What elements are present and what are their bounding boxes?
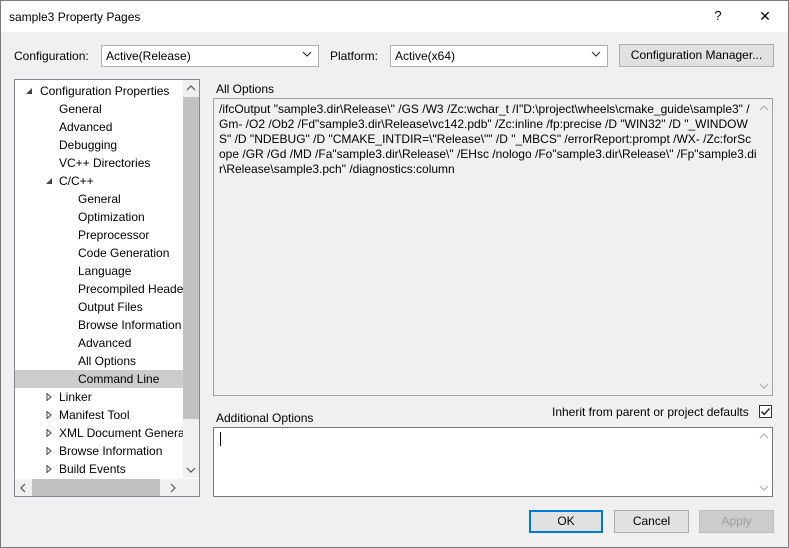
tree-item[interactable]: All Options bbox=[15, 352, 183, 370]
tree-item-label: Code Generation bbox=[78, 246, 170, 260]
tree-item-label: XML Document Genera bbox=[59, 426, 183, 440]
inherit-checkbox[interactable] bbox=[759, 405, 772, 418]
scroll-corner bbox=[183, 479, 199, 496]
scroll-up-icon[interactable] bbox=[759, 432, 769, 440]
tree-item[interactable]: General bbox=[15, 190, 183, 208]
window-title: sample3 Property Pages bbox=[9, 10, 141, 24]
tree-item-label: Precompiled Heade bbox=[78, 282, 183, 296]
tree-item-label: All Options bbox=[78, 354, 137, 368]
tree-item-label: C/C++ bbox=[59, 174, 94, 188]
tree-item-label: Browse Information bbox=[78, 318, 182, 332]
tree-item[interactable]: Linker bbox=[15, 388, 183, 406]
tree-item[interactable]: Advanced bbox=[15, 118, 183, 136]
text-caret bbox=[220, 432, 221, 446]
tree-item[interactable]: Manifest Tool bbox=[15, 406, 183, 424]
collapsed-triangle-icon[interactable] bbox=[45, 393, 53, 401]
tree-item[interactable]: General bbox=[15, 100, 183, 118]
tree-item-label: Output Files bbox=[78, 300, 143, 314]
platform-value: Active(x64) bbox=[395, 49, 456, 63]
tree-item[interactable]: Advanced bbox=[15, 334, 183, 352]
scroll-down-icon[interactable] bbox=[759, 382, 769, 390]
property-tree[interactable]: Configuration Properties General Advanced D… bbox=[14, 79, 200, 497]
configuration-manager-button[interactable]: Configuration Manager... bbox=[619, 44, 774, 67]
ok-button[interactable]: OK bbox=[529, 510, 603, 533]
additional-options-label: Additional Options bbox=[216, 411, 314, 425]
tree-item[interactable]: Output Files bbox=[15, 298, 183, 316]
scroll-right-icon[interactable] bbox=[169, 483, 177, 493]
all-options-text: /ifcOutput "sample3.dir\Release\" /GS /W… bbox=[219, 102, 757, 176]
collapsed-triangle-icon[interactable] bbox=[45, 465, 53, 473]
property-pages-window: sample3 Property Pages ? ✕ Configuration… bbox=[0, 0, 789, 548]
tree-item-label: Language bbox=[78, 264, 132, 278]
apply-button[interactable]: Apply bbox=[699, 510, 774, 533]
tree-item[interactable]: XML Document Genera bbox=[15, 424, 183, 442]
platform-label: Platform: bbox=[330, 49, 379, 63]
tree-item[interactable]: VC++ Directories bbox=[15, 154, 183, 172]
scroll-down-icon[interactable] bbox=[759, 484, 769, 492]
tree-item-label: Manifest Tool bbox=[59, 408, 130, 422]
tree-horizontal-scrollbar[interactable] bbox=[15, 479, 183, 496]
tree-item-label: General bbox=[78, 192, 121, 206]
title-bar: sample3 Property Pages ? ✕ bbox=[1, 1, 788, 32]
scroll-up-icon[interactable] bbox=[759, 104, 769, 112]
configuration-label: Configuration: bbox=[14, 49, 89, 63]
tree-item[interactable]: Precompiled Heade bbox=[15, 280, 183, 298]
tree-item[interactable]: Debugging bbox=[15, 136, 183, 154]
expanded-triangle-icon[interactable] bbox=[45, 177, 53, 185]
configuration-dropdown[interactable]: Active(Release) bbox=[101, 45, 319, 67]
platform-dropdown[interactable]: Active(x64) bbox=[390, 45, 608, 67]
scroll-thumb[interactable] bbox=[32, 479, 160, 496]
tree-item[interactable]: Language bbox=[15, 262, 183, 280]
cancel-button[interactable]: Cancel bbox=[614, 510, 689, 533]
tree-item[interactable]: C/C++ bbox=[15, 172, 183, 190]
inherit-label: Inherit from parent or project defaults bbox=[552, 405, 749, 419]
tree-item[interactable]: Browse Information bbox=[15, 316, 183, 334]
tree-item-label: Advanced bbox=[78, 336, 132, 350]
tree-item[interactable]: Browse Information bbox=[15, 442, 183, 460]
help-button[interactable]: ? bbox=[704, 2, 732, 30]
tree-item-label: Browse Information bbox=[59, 444, 163, 458]
chevron-down-icon bbox=[302, 49, 312, 59]
tree-item-label: Debugging bbox=[59, 138, 118, 152]
scroll-up-icon[interactable] bbox=[186, 84, 196, 92]
configuration-value: Active(Release) bbox=[106, 49, 191, 63]
tree-item-label: VC++ Directories bbox=[59, 156, 151, 170]
collapsed-triangle-icon[interactable] bbox=[45, 429, 53, 437]
all-options-label: All Options bbox=[216, 82, 275, 96]
tree-item[interactable]: Configuration Properties bbox=[15, 82, 183, 100]
tree-item-label: Preprocessor bbox=[78, 228, 150, 242]
tree-item[interactable]: Preprocessor bbox=[15, 226, 183, 244]
tree-item-label: Configuration Properties bbox=[40, 84, 170, 98]
scroll-down-icon[interactable] bbox=[186, 466, 196, 474]
collapsed-triangle-icon[interactable] bbox=[45, 447, 53, 455]
chevron-down-icon bbox=[591, 49, 601, 59]
tree-item-label: Build Events bbox=[59, 462, 126, 476]
scroll-left-icon[interactable] bbox=[19, 483, 27, 493]
tree-item-label: Linker bbox=[59, 390, 92, 404]
additional-options-input[interactable] bbox=[213, 427, 773, 497]
tree-item-label: Optimization bbox=[78, 210, 145, 224]
all-options-textbox[interactable]: /ifcOutput "sample3.dir\Release\" /GS /W… bbox=[213, 98, 773, 396]
tree-item[interactable]: Optimization bbox=[15, 208, 183, 226]
tree-item-label: General bbox=[59, 102, 102, 116]
tree-item-label: Command Line bbox=[78, 372, 160, 386]
scroll-thumb[interactable] bbox=[183, 97, 199, 419]
tree-item[interactable]: Build Events bbox=[15, 460, 183, 478]
tree-vertical-scrollbar[interactable] bbox=[183, 80, 199, 478]
collapsed-triangle-icon[interactable] bbox=[45, 411, 53, 419]
tree-item[interactable]: Code Generation bbox=[15, 244, 183, 262]
checkmark-icon bbox=[761, 408, 771, 416]
tree-item-label: Advanced bbox=[59, 120, 113, 134]
close-button[interactable]: ✕ bbox=[746, 2, 784, 30]
expanded-triangle-icon[interactable] bbox=[25, 87, 33, 95]
tree-item[interactable]: Command Line bbox=[15, 370, 183, 388]
